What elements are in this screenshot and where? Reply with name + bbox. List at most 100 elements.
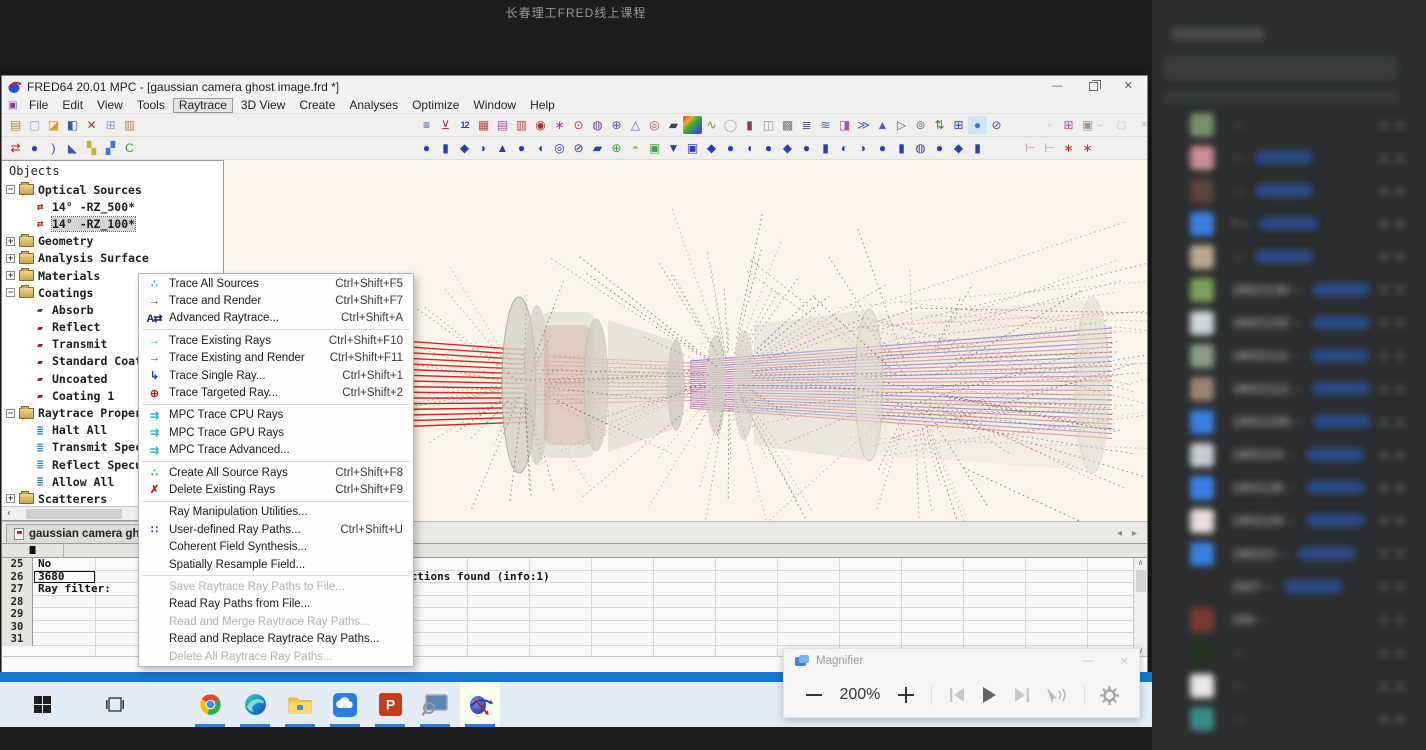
toolbar-icon[interactable]: ⇅	[930, 116, 949, 134]
close-button[interactable]: ✕	[1124, 76, 1133, 97]
toolbar-icon[interactable]: ◎	[645, 116, 664, 134]
next-button[interactable]	[1013, 687, 1031, 703]
row-number[interactable]: 25	[2, 558, 33, 571]
toolbar-icon[interactable]: ▣	[645, 139, 664, 157]
tree-item-label[interactable]: Halt All	[52, 423, 107, 437]
toolbar-icon[interactable]: ◉	[531, 116, 550, 134]
toolbar-icon[interactable]: ▲	[873, 116, 892, 134]
dropdown-menu-item[interactable]: Read and Merge Raytrace Ray Paths...	[139, 613, 413, 630]
cell-column-a[interactable]	[34, 621, 95, 634]
dropdown-menu-item[interactable]: ∴ Trace All Sources Ctrl+Shift+F5	[139, 275, 413, 292]
toolbar-icon[interactable]: ▥	[512, 116, 531, 134]
menu-item[interactable]: Analyses	[343, 98, 404, 113]
mic-icon[interactable]	[1380, 583, 1388, 591]
cell-column-a[interactable]: Ray filter:	[34, 583, 95, 596]
toolbar-icon[interactable]: ∿	[702, 116, 721, 134]
dropdown-menu-item[interactable]: ⊕ Trace Targeted Ray... Ctrl+Shift+2	[139, 384, 413, 401]
taskbar-edge[interactable]	[235, 682, 275, 727]
member-row[interactable]: 1902128···	[1152, 471, 1426, 504]
toolbar-icon[interactable]: ▰	[588, 139, 607, 157]
mic-icon[interactable]	[1380, 715, 1388, 723]
mic-icon[interactable]	[1380, 385, 1388, 393]
menu-item[interactable]: Tools	[131, 98, 171, 113]
dropdown-menu-item[interactable]: ✗ Delete Existing Rays Ctrl+Shift+F9	[139, 481, 413, 498]
toolbar-icon[interactable]: ▮	[436, 139, 455, 157]
toolbar-icon[interactable]: ◆	[455, 139, 474, 157]
tree-item[interactable]: + Geometry	[2, 233, 223, 250]
menu-item[interactable]: Window	[467, 98, 522, 113]
toolbar-icon[interactable]: ●	[930, 139, 949, 157]
camera-icon[interactable]	[1396, 715, 1404, 723]
member-row[interactable]: ···	[1152, 174, 1426, 207]
tree-toggle[interactable]: −	[6, 185, 15, 194]
tree-item[interactable]: − Optical Sources	[2, 181, 223, 198]
camera-icon[interactable]	[1396, 154, 1404, 162]
tree-toggle[interactable]: +	[6, 494, 15, 503]
tree-item-label[interactable]: Allow All	[52, 475, 114, 489]
tree-item-label[interactable]: Reflect	[52, 320, 100, 334]
taskbar-file-explorer[interactable]	[280, 682, 320, 727]
play-button[interactable]	[981, 686, 997, 704]
member-panel-tabs[interactable]	[1164, 90, 1398, 104]
scrollbar-thumb[interactable]	[1136, 570, 1146, 592]
toolbar-icon[interactable]: ▲	[493, 139, 512, 157]
dropdown-menu-item[interactable]: Ray Manipulation Utilities...	[139, 504, 413, 521]
member-row[interactable]: ···	[1152, 702, 1426, 735]
toolbar-icon[interactable]: )	[44, 139, 63, 157]
member-row[interactable]: ···	[1152, 141, 1426, 174]
member-search-bar[interactable]	[1164, 56, 1398, 80]
toolbar-icon[interactable]: ▤	[493, 116, 512, 134]
camera-icon[interactable]	[1396, 220, 1404, 228]
toolbar-icon[interactable]: ◪	[44, 116, 63, 134]
dropdown-menu-item[interactable]: ⇉ MPC Trace GPU Rays	[139, 424, 413, 441]
toolbar-icon[interactable]	[683, 116, 702, 134]
taskbar-chrome[interactable]	[190, 682, 230, 727]
camera-icon[interactable]	[1396, 616, 1404, 624]
member-row[interactable]: 18022112···	[1152, 372, 1426, 405]
toolbar-icon[interactable]: ⊘	[987, 116, 1006, 134]
row-number[interactable]: 27	[2, 583, 33, 596]
member-row[interactable]: 1902124···	[1152, 438, 1426, 471]
mic-icon[interactable]	[1380, 451, 1388, 459]
toolbar-icon[interactable]: ⊕	[607, 139, 626, 157]
taskbar-powerpoint[interactable]: P	[370, 682, 410, 727]
minimize-button[interactable]: —	[1052, 76, 1063, 97]
toolbar-icon[interactable]: ●	[512, 139, 531, 157]
toolbar-icon[interactable]: ≋	[816, 116, 835, 134]
row-number[interactable]: 29	[2, 608, 33, 621]
camera-icon[interactable]	[1396, 187, 1404, 195]
toolbar-icon[interactable]: ▰	[664, 116, 683, 134]
toolbar-icon[interactable]: ▞	[101, 139, 120, 157]
toolbar-icon[interactable]: ▼	[664, 139, 683, 157]
toolbar-icon[interactable]: ●	[417, 139, 436, 157]
tree-item-label[interactable]: Scatterers	[38, 492, 107, 506]
camera-icon[interactable]	[1396, 286, 1404, 294]
toolbar-icon[interactable]: ▷	[892, 116, 911, 134]
zoom-out-button[interactable]	[804, 685, 824, 705]
toolbar-icon[interactable]: ▚	[82, 139, 101, 157]
mic-icon[interactable]	[1380, 121, 1388, 129]
toolbar-icon[interactable]: ◗	[854, 139, 873, 157]
toolbar-icon[interactable]: ∗	[1059, 139, 1078, 157]
toolbar-icon[interactable]: ◗	[474, 139, 493, 157]
mic-icon[interactable]	[1380, 187, 1388, 195]
toolbar-icon[interactable]: 12	[455, 116, 474, 134]
toolbar-icon[interactable]: ⊢	[1021, 139, 1040, 157]
toolbar-icon[interactable]: ◆	[778, 139, 797, 157]
mic-icon[interactable]	[1380, 682, 1388, 690]
mic-icon[interactable]	[1380, 517, 1388, 525]
camera-icon[interactable]	[1396, 385, 1404, 393]
tree-toggle[interactable]: −	[6, 288, 15, 297]
toolbar-icon[interactable]: ◎	[550, 139, 569, 157]
tab-scroll-left-icon[interactable]: ◂	[1117, 528, 1122, 539]
tree-item-label[interactable]: Coating 1	[52, 389, 114, 403]
mic-icon[interactable]	[1380, 484, 1388, 492]
toolbar-icon[interactable]: ⊞	[1059, 116, 1078, 134]
member-row[interactable]: ···	[1152, 108, 1426, 141]
tree-item-label[interactable]: Standard Coat	[52, 354, 142, 368]
row-number[interactable]: 31	[2, 633, 33, 646]
toolbar-icon[interactable]: ◖	[740, 139, 759, 157]
toolbar-icon[interactable]: ▣	[1078, 116, 1097, 134]
scrollbar-thumb[interactable]	[26, 509, 122, 519]
member-row[interactable]: ···	[1152, 636, 1426, 669]
